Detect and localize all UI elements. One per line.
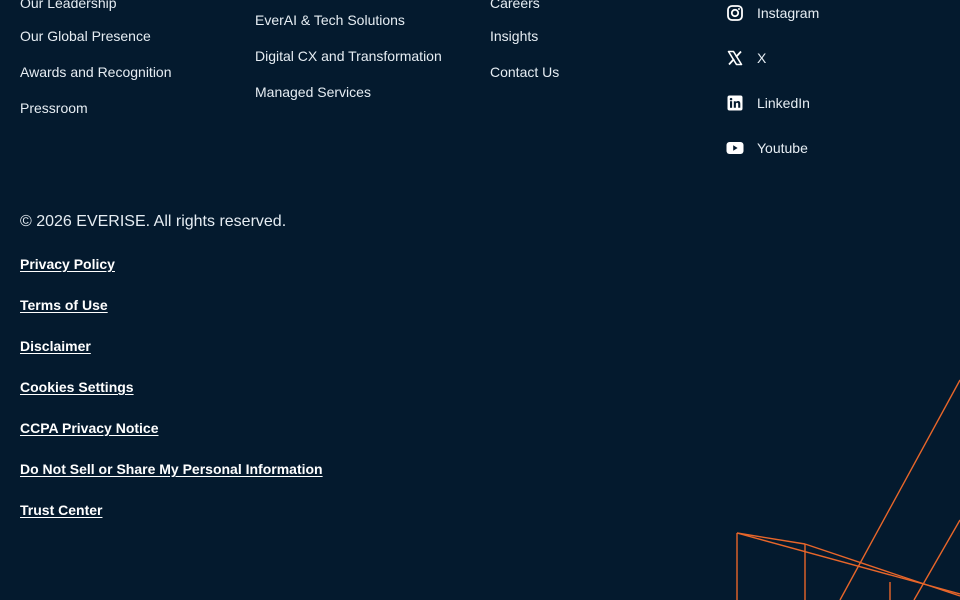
social-link-linkedin[interactable]: LinkedIn (726, 93, 810, 113)
linkedin-icon (726, 94, 744, 112)
legal-link-terms-of-use[interactable]: Terms of Use (20, 296, 108, 314)
footer-link-everai-tech-solutions[interactable]: EverAI & Tech Solutions (255, 11, 405, 29)
social-link-x[interactable]: X (726, 48, 766, 68)
legal-link-trust-center[interactable]: Trust Center (20, 501, 102, 519)
legal-link-ccpa-privacy-notice[interactable]: CCPA Privacy Notice (20, 419, 159, 437)
social-label-x: X (757, 50, 767, 66)
footer-link-digital-cx-transformation[interactable]: Digital CX and Transformation (255, 47, 442, 65)
instagram-icon (726, 4, 744, 22)
copyright-text: © 2026 EVERISE. All rights reserved. (20, 213, 287, 230)
decorative-line-art (736, 379, 960, 600)
footer-link-pressroom[interactable]: Pressroom (20, 99, 88, 117)
legal-link-cookies-settings[interactable]: Cookies Settings (20, 378, 134, 396)
social-link-instagram[interactable]: Instagram (726, 3, 819, 23)
youtube-icon (726, 139, 744, 157)
footer-link-awards-and-recognition[interactable]: Awards and Recognition (20, 63, 172, 81)
legal-link-do-not-sell[interactable]: Do Not Sell or Share My Personal Informa… (20, 460, 323, 478)
footer-link-our-global-presence[interactable]: Our Global Presence (20, 27, 151, 45)
footer-link-contact-us[interactable]: Contact Us (490, 63, 559, 81)
social-label-youtube: Youtube (757, 140, 808, 156)
footer-link-careers[interactable]: Careers (490, 0, 540, 12)
social-label-instagram: Instagram (757, 5, 820, 21)
legal-link-privacy-policy[interactable]: Privacy Policy (20, 255, 115, 273)
legal-link-disclaimer[interactable]: Disclaimer (20, 337, 91, 355)
footer-link-managed-services[interactable]: Managed Services (255, 83, 371, 101)
social-link-youtube[interactable]: Youtube (726, 138, 808, 158)
x-icon (726, 49, 744, 67)
footer-link-our-leadership[interactable]: Our Leadership (20, 0, 117, 12)
footer-link-insights[interactable]: Insights (490, 27, 538, 45)
social-label-linkedin: LinkedIn (757, 95, 810, 111)
